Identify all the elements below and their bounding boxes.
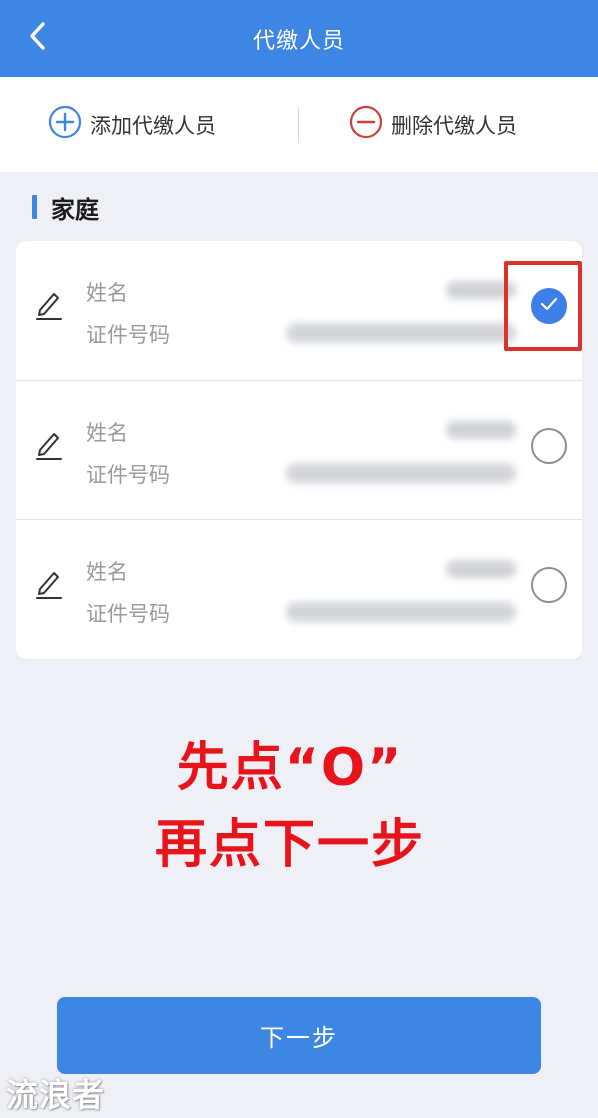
minus-circle-icon [349, 105, 383, 144]
id-number-label: 证件号码 [86, 323, 170, 347]
remove-person-button[interactable]: 删除代缴人员 [349, 77, 517, 172]
person-row[interactable]: 姓名 证件号码 [16, 241, 582, 380]
section-title: 家庭 [51, 195, 99, 224]
section-header: 家庭 [32, 191, 99, 224]
blurred-id-value [286, 602, 516, 622]
edit-button[interactable] [34, 426, 64, 462]
edit-button[interactable] [34, 565, 64, 601]
pencil-icon [34, 572, 64, 605]
top-bar: 代缴人员 [0, 0, 598, 77]
plus-circle-icon [48, 105, 82, 144]
remove-person-label: 删除代缴人员 [391, 113, 517, 138]
person-row[interactable]: 姓名 证件号码 [16, 519, 582, 658]
back-button[interactable] [20, 20, 56, 56]
check-icon [539, 296, 559, 316]
person-list: 姓名 证件号码 姓名 证件号码 姓名 证件号码 [16, 241, 582, 659]
id-number-label: 证件号码 [86, 463, 170, 487]
add-person-button[interactable]: 添加代缴人员 [48, 77, 216, 172]
action-bar: 添加代缴人员 删除代缴人员 [0, 77, 598, 172]
blurred-id-value [286, 323, 516, 343]
next-step-label: 下一步 [260, 1024, 338, 1052]
edit-button[interactable] [34, 286, 64, 322]
name-label: 姓名 [86, 560, 128, 584]
pencil-icon [34, 433, 64, 466]
select-radio[interactable] [531, 288, 567, 324]
blurred-id-value [286, 463, 516, 483]
name-label: 姓名 [86, 421, 128, 445]
annotation-line-1: 先点“O” [176, 738, 404, 798]
blurred-name-value [446, 560, 516, 578]
name-label: 姓名 [86, 281, 128, 305]
pencil-icon [34, 293, 64, 326]
page-title: 代缴人员 [252, 28, 345, 54]
select-radio[interactable] [531, 428, 567, 464]
watermark: 流浪者 [6, 1076, 106, 1114]
blurred-name-value [446, 421, 516, 439]
add-person-label: 添加代缴人员 [90, 113, 216, 138]
id-number-label: 证件号码 [86, 602, 170, 626]
blurred-name-value [446, 281, 516, 299]
chevron-left-icon [27, 21, 49, 55]
select-radio[interactable] [531, 567, 567, 603]
section-accent-bar [32, 195, 37, 219]
person-row[interactable]: 姓名 证件号码 [16, 380, 582, 519]
annotation-line-2: 再点下一步 [154, 815, 425, 875]
next-step-button[interactable]: 下一步 [57, 997, 541, 1074]
divider [298, 107, 299, 143]
